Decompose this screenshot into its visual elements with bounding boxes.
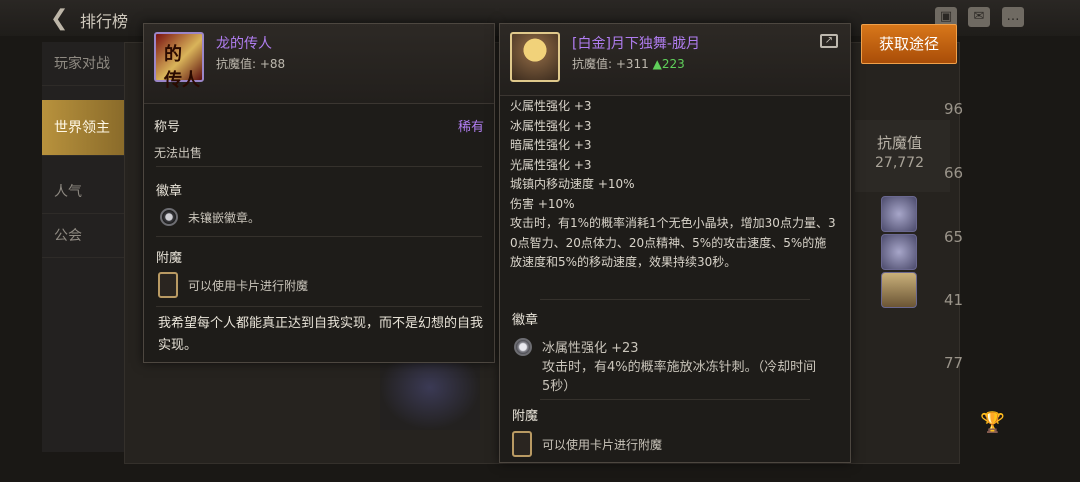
rank-value: 77 <box>944 354 964 372</box>
page-title: 排行榜 <box>80 12 129 31</box>
ice-emblem-icon <box>514 338 532 356</box>
item-stat: 抗魔值: +311 <box>572 57 649 71</box>
attribute-line: 伤害 +10% <box>510 196 575 211</box>
enchant-section-title: 附魔 <box>156 251 183 266</box>
tooltip-header: 的传人 龙的传人 抗魔值: +88 <box>144 24 494 104</box>
attribute-line: 城镇内移动速度 +10% <box>510 177 635 191</box>
divider <box>156 236 482 237</box>
emblem-name: 冰属性强化 +23 <box>542 341 639 356</box>
stat-column-value: 27,772 <box>875 155 924 171</box>
divider <box>156 166 482 167</box>
chat-icon[interactable]: … <box>1002 7 1024 27</box>
attribute-line: 冰属性强化 +3 <box>510 118 592 133</box>
attribute-line: 攻击时，有1%的概率消耗1个无色小晶块，增加30点力量、3 <box>510 216 836 230</box>
mail-icon[interactable]: ✉ <box>968 7 990 27</box>
attribute-line: 暗属性强化 +3 <box>510 138 592 152</box>
emblem-section-title: 徽章 <box>156 184 183 199</box>
equipment-thumb[interactable] <box>881 196 917 232</box>
card-slot-icon <box>512 431 532 457</box>
card-slot-icon <box>158 272 178 298</box>
rank-value: 41 <box>944 291 964 309</box>
equipment-thumb[interactable] <box>881 234 917 270</box>
emblem-slot-icon <box>160 208 178 226</box>
item-flavor-text: 我希望每个人都能真正达到自我实现，而不是幻想的自我实现。 <box>158 316 484 353</box>
share-icon[interactable]: ↗ <box>820 34 838 48</box>
equipment-thumb[interactable] <box>881 272 917 308</box>
rank-value: 96 <box>944 100 964 118</box>
emblem-description: 5秒） <box>542 379 577 394</box>
stat-column-label: 抗魔值 <box>877 134 923 152</box>
sidebar-item-popularity[interactable]: 人气 <box>42 170 124 214</box>
item-stat: 抗魔值: +88 <box>216 57 286 71</box>
sidebar-item-world-boss[interactable]: 世界领主 <box>42 100 124 156</box>
trophy-icon[interactable]: 🏆 <box>980 410 1005 434</box>
sidebar: 玩家对战 世界领主 人气 公会 <box>42 42 124 452</box>
attribute-line: 放速度和5%的移动速度，效果持续30秒。 <box>510 255 737 269</box>
back-arrow-icon[interactable]: ❮ <box>50 6 68 31</box>
equipment-tooltip: [白金]月下独舞-胧月 抗魔值: +311 ▲223 ↗ 火属性强化 +3 冰属… <box>499 23 851 463</box>
trade-status: 无法出售 <box>154 146 203 160</box>
attribute-line: 火属性强化 +3 <box>510 99 592 113</box>
divider <box>540 299 810 300</box>
rarity-label: 稀有 <box>457 120 484 135</box>
item-category: 称号 <box>154 120 181 135</box>
divider <box>156 306 482 307</box>
stat-increase: ▲223 <box>652 57 685 71</box>
emblem-description: 攻击时，有4%的概率施放冰冻针刺。（冷却时间 <box>542 360 817 375</box>
equipment-item-icon <box>510 32 560 82</box>
title-item-icon: 的传人 <box>154 32 204 91</box>
attribute-line: 光属性强化 +3 <box>510 157 592 172</box>
get-source-button[interactable]: 获取途径 <box>861 24 957 64</box>
attribute-list: 火属性强化 +3 冰属性强化 +3 暗属性强化 +3 光属性强化 +3 城镇内移… <box>510 97 845 273</box>
emblem-section-title: 徽章 <box>512 313 539 328</box>
rank-value: 65 <box>944 228 964 246</box>
divider <box>540 399 810 400</box>
attribute-line: 0点智力、20点体力、20点精神、5%的攻击速度、5%的施 <box>510 235 827 250</box>
sidebar-item-pvp[interactable]: 玩家对战 <box>42 42 124 86</box>
enchant-text: 可以使用卡片进行附魔 <box>542 438 663 452</box>
title-item-tooltip: 的传人 龙的传人 抗魔值: +88 称号 稀有 无法出售 徽章 未镶嵌徽章。 附… <box>143 23 495 363</box>
item-stat-line: 抗魔值: +311 ▲223 <box>572 55 685 72</box>
rank-value: 66 <box>944 164 964 182</box>
enchant-section-title: 附魔 <box>512 409 539 424</box>
sidebar-item-guild[interactable]: 公会 <box>42 214 124 258</box>
emblem-status: 未镶嵌徽章。 <box>188 211 261 225</box>
enchant-text: 可以使用卡片进行附魔 <box>188 279 309 293</box>
tooltip-header: [白金]月下独舞-胧月 抗魔值: +311 ▲223 ↗ <box>500 24 850 96</box>
item-name: [白金]月下独舞-胧月 <box>572 36 700 52</box>
item-name: 龙的传人 <box>216 36 272 52</box>
